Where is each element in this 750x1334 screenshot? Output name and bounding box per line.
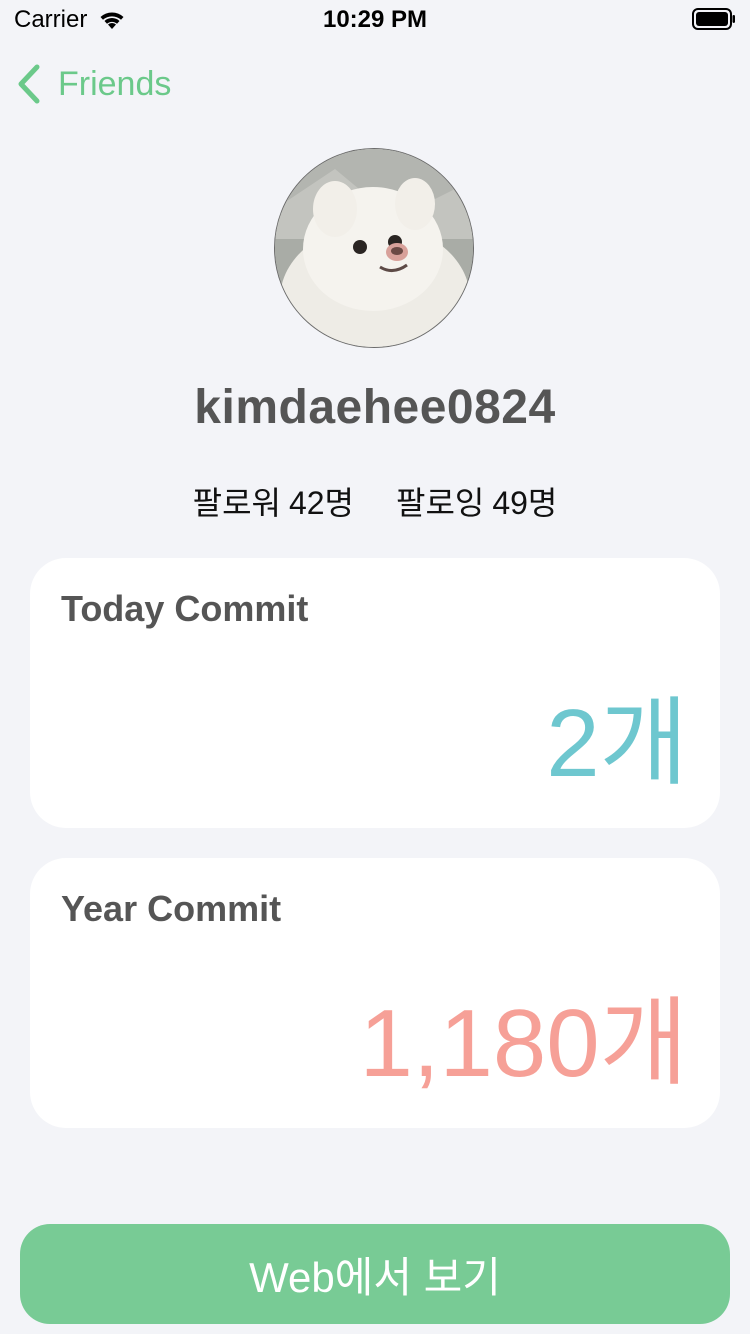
followers-stat[interactable]: 팔로워 42명 bbox=[193, 478, 354, 524]
year-commit-card: Year Commit 1,180개 bbox=[30, 858, 720, 1128]
username: kimdaehee0824 bbox=[194, 381, 556, 434]
followers-label: 팔로워 bbox=[192, 485, 281, 521]
back-button[interactable]: Friends bbox=[16, 62, 171, 106]
today-commit-card: Today Commit 2개 bbox=[30, 558, 720, 828]
back-button-label: Friends bbox=[58, 64, 172, 103]
battery-icon bbox=[692, 8, 736, 30]
avatar bbox=[274, 148, 474, 348]
chevron-left-icon bbox=[16, 63, 42, 105]
followers-count: 42명 bbox=[288, 485, 354, 521]
today-commit-title: Today Commit bbox=[61, 588, 309, 629]
status-bar: Carrier 10:29 PM bbox=[0, 0, 750, 40]
view-on-web-button[interactable]: Web에서 보기 bbox=[20, 1224, 730, 1324]
following-count: 49명 bbox=[492, 485, 558, 521]
today-commit-value: 2개 bbox=[546, 690, 688, 797]
following-stat[interactable]: 팔로잉 49명 bbox=[396, 478, 557, 524]
status-time: 10:29 PM bbox=[322, 6, 428, 33]
following-label: 팔로잉 bbox=[396, 485, 485, 521]
year-commit-value: 1,180개 bbox=[359, 990, 688, 1097]
follow-stats: 팔로워 42명 팔로잉 49명 bbox=[0, 478, 750, 524]
year-commit-title: Year Commit bbox=[61, 888, 282, 929]
